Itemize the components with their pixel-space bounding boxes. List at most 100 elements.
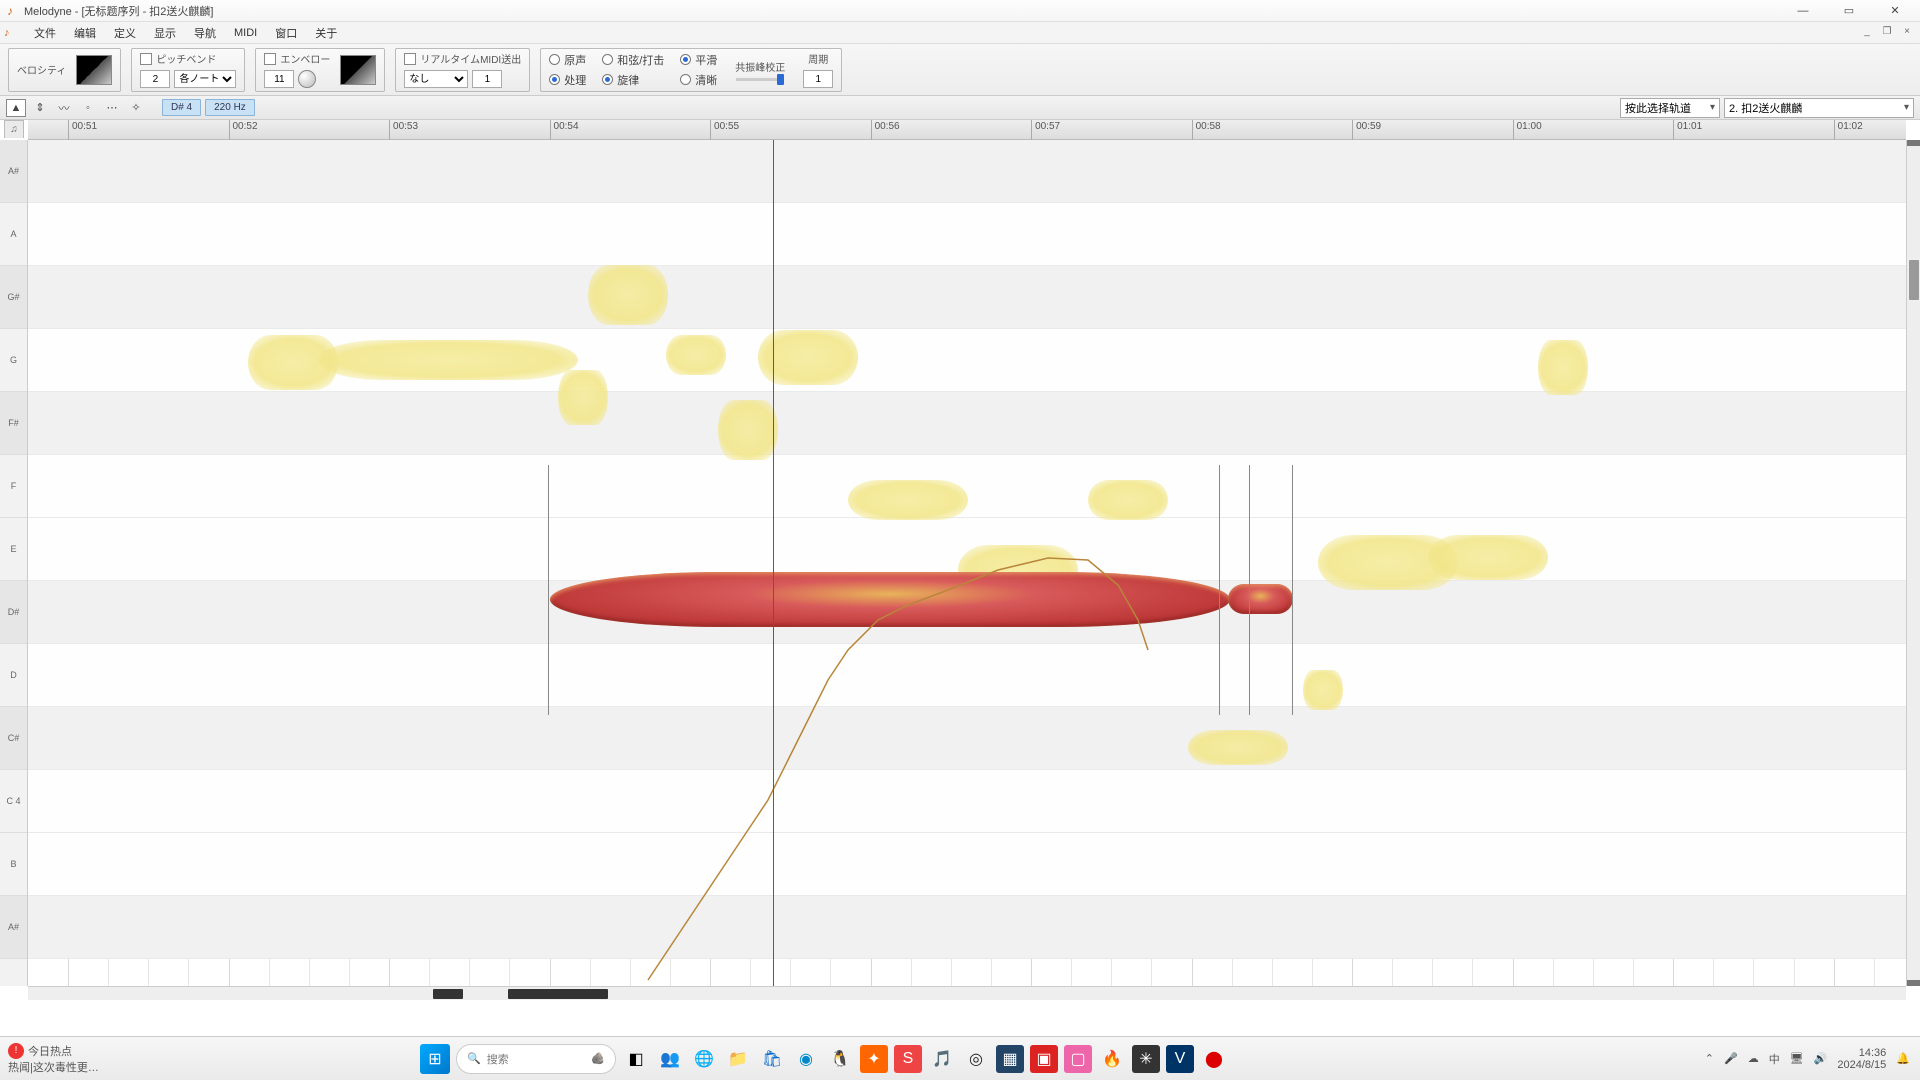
time-tool[interactable]: ◦ bbox=[78, 99, 98, 117]
tray-network-icon[interactable]: 🖥 bbox=[1790, 1052, 1804, 1065]
close-button[interactable]: ✕ bbox=[1872, 0, 1918, 22]
note-blob[interactable] bbox=[718, 400, 778, 460]
mdi-close[interactable]: × bbox=[1898, 24, 1916, 38]
app-icon-1[interactable]: ◉ bbox=[792, 1045, 820, 1073]
realtime-mode[interactable]: なし bbox=[404, 70, 468, 88]
music-icon[interactable]: 🎵 bbox=[928, 1045, 956, 1073]
mdi-minimize[interactable]: _ bbox=[1858, 24, 1876, 38]
track-select[interactable]: 2. 扣2送火麒麟 bbox=[1724, 98, 1914, 118]
vertical-scrollbar[interactable] bbox=[1906, 140, 1920, 986]
note-blob[interactable] bbox=[318, 340, 578, 380]
app-icon-4[interactable]: ▦ bbox=[996, 1045, 1024, 1073]
store-icon[interactable]: 🛍 bbox=[758, 1045, 786, 1073]
piano-key[interactable]: C 4 bbox=[0, 770, 27, 833]
amplitude-tool[interactable]: 〰 bbox=[54, 99, 74, 117]
taskview-icon[interactable]: ◧ bbox=[622, 1045, 650, 1073]
app-icon-2[interactable]: ✦ bbox=[860, 1045, 888, 1073]
menu-file[interactable]: 文件 bbox=[26, 23, 64, 43]
piano-key[interactable]: F# bbox=[0, 392, 27, 455]
note-blob[interactable] bbox=[588, 265, 668, 325]
menu-nav[interactable]: 导航 bbox=[186, 23, 224, 43]
piano-key[interactable]: G# bbox=[0, 266, 27, 329]
envelope-value[interactable] bbox=[264, 70, 294, 88]
piano-key[interactable]: E bbox=[0, 518, 27, 581]
piano-key[interactable]: A bbox=[0, 203, 27, 266]
tray-ime-icon[interactable]: 中 bbox=[1769, 1051, 1780, 1067]
record-icon[interactable]: ⬤ bbox=[1200, 1045, 1228, 1073]
note-blob[interactable] bbox=[1188, 730, 1288, 765]
piano-key[interactable]: C# bbox=[0, 707, 27, 770]
piano-key[interactable]: B bbox=[0, 833, 27, 896]
steam-icon[interactable]: ◎ bbox=[962, 1045, 990, 1073]
time-ruler[interactable]: 00:5100:5200:5300:5400:5500:5600:5700:58… bbox=[28, 120, 1906, 140]
piano-key[interactable]: A# bbox=[0, 896, 27, 959]
mdi-restore[interactable]: ❐ bbox=[1878, 24, 1896, 38]
maximize-button[interactable]: ▭ bbox=[1826, 0, 1872, 22]
menu-midi[interactable]: MIDI bbox=[226, 25, 265, 41]
envelope-curve[interactable] bbox=[340, 55, 376, 85]
realtime-checkbox[interactable] bbox=[404, 53, 416, 65]
menu-edit[interactable]: 编辑 bbox=[66, 23, 104, 43]
formant-slider[interactable] bbox=[736, 78, 784, 81]
piano-ruler[interactable]: A#AG#GF#FED#DC#C 4BA# bbox=[0, 140, 28, 986]
menu-define[interactable]: 定义 bbox=[106, 23, 144, 43]
tray-clock[interactable]: 14:36 2024/8/15 bbox=[1837, 1047, 1886, 1071]
radio-process[interactable] bbox=[549, 74, 560, 85]
pitchbend-checkbox[interactable] bbox=[140, 53, 152, 65]
start-button[interactable]: ⊞ bbox=[420, 1044, 450, 1074]
radio-smooth[interactable] bbox=[680, 54, 691, 65]
piano-key[interactable]: D bbox=[0, 644, 27, 707]
note-blob[interactable] bbox=[1538, 340, 1588, 395]
piano-key[interactable]: D# bbox=[0, 581, 27, 644]
teams-icon[interactable]: 👥 bbox=[656, 1045, 684, 1073]
radio-spinner[interactable] bbox=[602, 74, 613, 85]
separation-tool[interactable]: ⋯ bbox=[102, 99, 122, 117]
pitchbend-mode[interactable]: 各ノート bbox=[174, 70, 236, 88]
qq-icon[interactable]: 🐧 bbox=[826, 1045, 854, 1073]
piano-key[interactable]: F bbox=[0, 455, 27, 518]
news-widget[interactable]: !今日热点 热闻|这次毒性更… bbox=[0, 1041, 180, 1077]
horizontal-scrollbar[interactable] bbox=[28, 986, 1906, 1000]
piano-key[interactable]: A# bbox=[0, 140, 27, 203]
track-select-placeholder[interactable]: 按此选择轨道 bbox=[1620, 98, 1720, 118]
realtime-value[interactable] bbox=[472, 70, 502, 88]
menu-about[interactable]: 关于 bbox=[307, 23, 345, 43]
editor-tab[interactable]: ♫ bbox=[4, 120, 24, 138]
selection-range[interactable] bbox=[548, 465, 1293, 715]
menu-window[interactable]: 窗口 bbox=[267, 23, 305, 43]
tray-volume-icon[interactable]: 🔊 bbox=[1814, 1052, 1828, 1065]
tray-notifications-icon[interactable]: 🔔 bbox=[1896, 1052, 1910, 1065]
tray-onedrive-icon[interactable]: ☁ bbox=[1748, 1052, 1759, 1065]
velocity-curve[interactable] bbox=[76, 55, 112, 85]
note-blob[interactable] bbox=[1303, 670, 1343, 710]
radio-harmony[interactable] bbox=[602, 54, 613, 65]
radio-clear[interactable] bbox=[680, 74, 691, 85]
pitch-tool[interactable]: ⇕ bbox=[30, 99, 50, 117]
envelope-knob[interactable] bbox=[298, 70, 316, 88]
move-tool[interactable]: ✧ bbox=[126, 99, 146, 117]
envelope-checkbox[interactable] bbox=[264, 53, 276, 65]
note-blob[interactable] bbox=[1428, 535, 1548, 580]
minimize-button[interactable]: ― bbox=[1780, 0, 1826, 22]
app-icon-8[interactable]: ✳ bbox=[1132, 1045, 1160, 1073]
app-icon-5[interactable]: ▣ bbox=[1030, 1045, 1058, 1073]
pitchbend-value[interactable] bbox=[140, 70, 170, 88]
app-icon-9[interactable]: V bbox=[1166, 1045, 1194, 1073]
tray-chevron-icon[interactable]: ⌃ bbox=[1705, 1052, 1714, 1065]
arrow-tool[interactable]: ▲ bbox=[6, 99, 26, 117]
tray-mic-icon[interactable]: 🎤 bbox=[1724, 1052, 1738, 1065]
app-icon-3[interactable]: S bbox=[894, 1045, 922, 1073]
app-icon-7[interactable]: 🔥 bbox=[1098, 1045, 1126, 1073]
piano-key[interactable]: G bbox=[0, 329, 27, 392]
edge-icon[interactable]: 🌐 bbox=[690, 1045, 718, 1073]
note-blob[interactable] bbox=[666, 335, 726, 375]
playhead[interactable] bbox=[773, 140, 774, 986]
note-blob[interactable] bbox=[558, 370, 608, 425]
note-grid[interactable] bbox=[28, 140, 1906, 986]
menu-display[interactable]: 显示 bbox=[146, 23, 184, 43]
explorer-icon[interactable]: 📁 bbox=[724, 1045, 752, 1073]
period-value[interactable] bbox=[803, 70, 833, 88]
taskbar-search[interactable]: 🔍 搜索 🪨 bbox=[456, 1044, 616, 1074]
radio-original[interactable] bbox=[549, 54, 560, 65]
app-icon-6[interactable]: ▢ bbox=[1064, 1045, 1092, 1073]
